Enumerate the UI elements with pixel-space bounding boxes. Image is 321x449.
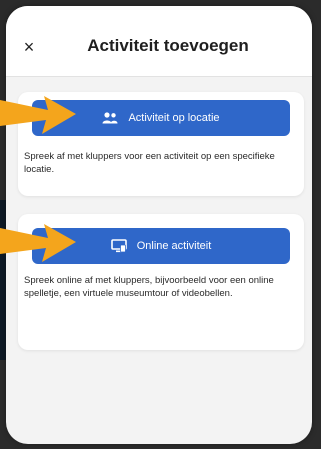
location-activity-description: Spreek af met kluppers voor een activite… xyxy=(24,151,275,175)
arrow-pointer-icon xyxy=(0,224,76,262)
page-title: Activiteit toevoegen xyxy=(87,36,249,55)
online-activity-description: Spreek online af met kluppers, bijvoorbe… xyxy=(24,275,274,299)
sheet-header: × Activiteit toevoegen xyxy=(6,6,312,77)
people-icon xyxy=(102,112,118,124)
arrow-pointer-icon xyxy=(0,96,76,134)
screen-icon xyxy=(110,239,127,253)
online-activity-label: Online activiteit xyxy=(136,240,212,252)
location-activity-label: Activiteit op locatie xyxy=(128,112,220,124)
